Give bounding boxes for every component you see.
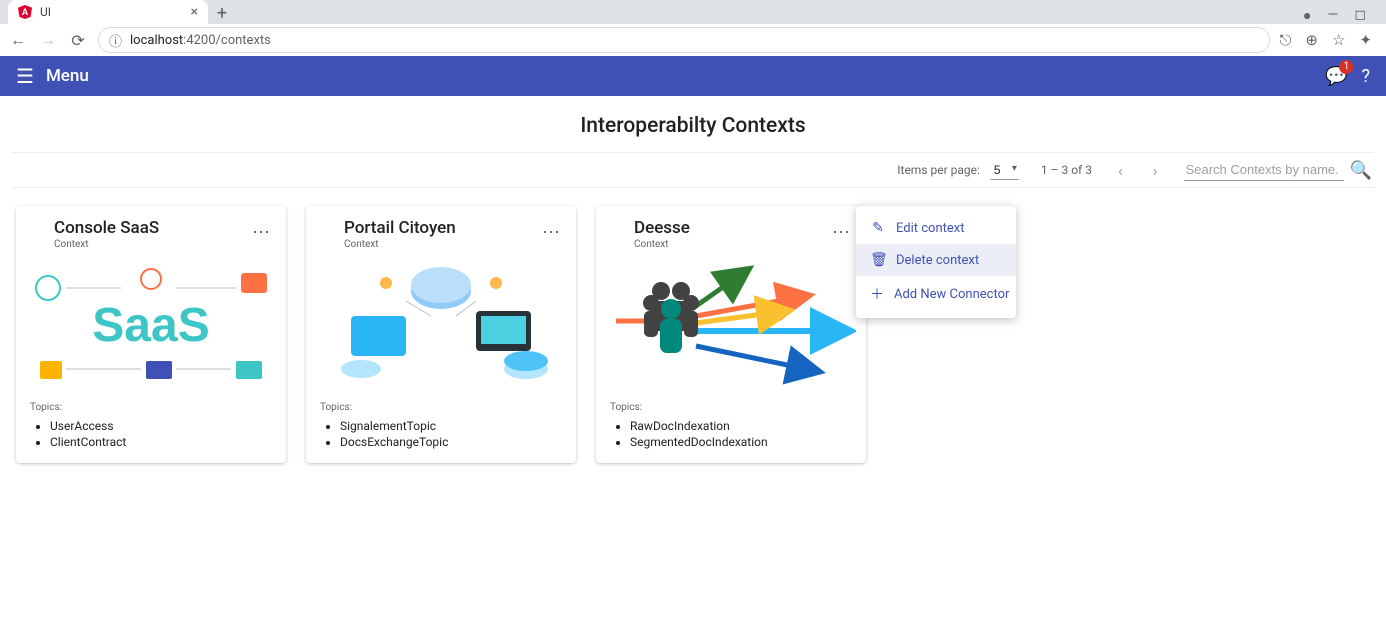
browser-tab[interactable]: UI ×: [8, 0, 208, 24]
topics-list: UserAccess ClientContract: [16, 419, 286, 449]
list-item: ClientContract: [50, 435, 272, 449]
search-input[interactable]: [1184, 159, 1344, 181]
minimize-icon[interactable]: —: [1327, 7, 1338, 24]
list-item: RawDocIndexation: [630, 419, 852, 433]
account-icon[interactable]: ●: [1303, 7, 1311, 24]
card-title: Console SaaS: [54, 218, 159, 238]
tab-strip: UI × + ● — ◻: [0, 0, 1386, 24]
close-tab-icon[interactable]: ×: [191, 4, 198, 20]
list-item: SegmentedDocIndexation: [630, 435, 852, 449]
topics-label: Topics:: [596, 396, 866, 417]
items-per-page-label: Items per page:: [897, 163, 980, 177]
chat-icon[interactable]: 💬 1: [1325, 66, 1347, 87]
page-title: Interoperabilty Contexts: [12, 106, 1374, 152]
page-content: Interoperabilty Contexts Items per page:…: [0, 96, 1386, 631]
prev-page-icon[interactable]: ‹: [1114, 161, 1127, 180]
new-tab-button[interactable]: +: [208, 3, 236, 24]
url-path: :4200/contexts: [183, 33, 271, 48]
omnibox[interactable]: ⓘ localhost:4200/contexts: [98, 27, 1270, 53]
list-item: SignalementTopic: [340, 419, 562, 433]
star-icon[interactable]: ☆: [1332, 31, 1345, 49]
address-bar: ← → ⟳ ⓘ localhost:4200/contexts ⎋ ⊕ ☆ ✦: [0, 24, 1386, 56]
card-menu-icon[interactable]: ⋯: [832, 218, 852, 250]
reload-icon[interactable]: ⟳: [68, 31, 88, 50]
card-menu-icon[interactable]: ⋯: [542, 218, 562, 250]
menu-item-label: Delete context: [896, 253, 979, 268]
card-title: Deesse: [634, 218, 690, 238]
menu-label: Menu: [46, 66, 89, 86]
url-host: localhost: [130, 33, 183, 48]
tab-title: UI: [40, 5, 51, 19]
items-per-page-select[interactable]: 5: [990, 161, 1019, 180]
card-illustration: [596, 256, 866, 396]
delete-context-item[interactable]: 🗑 Delete context: [856, 244, 1016, 276]
card-menu-icon[interactable]: ⋯: [252, 218, 272, 250]
browser-chrome: UI × + ● — ◻ ← → ⟳ ⓘ localhost:4200/cont…: [0, 0, 1386, 56]
hamburger-icon[interactable]: ☰: [16, 64, 34, 88]
topics-label: Topics:: [16, 396, 286, 417]
card-illustration: SaaS: [16, 256, 286, 396]
angular-icon: [18, 5, 32, 19]
range-label: 1 – 3 of 3: [1041, 163, 1092, 177]
card-subtitle: Context: [54, 239, 159, 250]
trash-icon: 🗑: [870, 252, 886, 268]
translate-icon[interactable]: ⎋: [1280, 31, 1292, 49]
site-info-icon[interactable]: ⓘ: [109, 31, 122, 50]
plus-icon: ＋: [870, 284, 884, 304]
extensions-icon[interactable]: ✦: [1359, 31, 1372, 49]
zoom-icon[interactable]: ⊕: [1305, 31, 1318, 49]
app-header: ☰ Menu 💬 1 ?: [0, 56, 1386, 96]
search-icon[interactable]: 🔍: [1350, 160, 1372, 181]
card-title: Portail Citoyen: [344, 218, 456, 238]
edit-context-item[interactable]: ✎ Edit context: [856, 212, 1016, 244]
topics-list: SignalementTopic DocsExchangeTopic: [306, 419, 576, 449]
card-subtitle: Context: [344, 239, 456, 250]
window-controls: ● — ◻: [1303, 7, 1378, 24]
menu-item-label: Add New Connector: [894, 287, 1009, 302]
list-controls: Items per page: 5 1 – 3 of 3 ‹ › 🔍: [12, 152, 1374, 188]
card-subtitle: Context: [634, 239, 690, 250]
forward-icon[interactable]: →: [38, 30, 58, 50]
back-icon[interactable]: ←: [8, 30, 28, 50]
pencil-icon: ✎: [870, 220, 886, 236]
notification-badge: 1: [1339, 60, 1353, 74]
help-icon[interactable]: ?: [1361, 66, 1370, 87]
menu-item-label: Edit context: [896, 221, 965, 236]
add-connector-item[interactable]: ＋ Add New Connector: [856, 276, 1016, 312]
card-context-menu: ✎ Edit context 🗑 Delete context ＋ Add Ne…: [856, 206, 1016, 318]
next-page-icon[interactable]: ›: [1149, 161, 1162, 180]
maximize-icon[interactable]: ◻: [1354, 7, 1366, 24]
topics-list: RawDocIndexation SegmentedDocIndexation: [596, 419, 866, 449]
cards-grid: Console SaaS Context ⋯ SaaS: [12, 188, 1374, 481]
svg-text:SaaS: SaaS: [92, 299, 209, 352]
list-item: DocsExchangeTopic: [340, 435, 562, 449]
card-illustration: [306, 256, 576, 396]
context-card: Deesse Context ⋯: [596, 206, 866, 463]
items-per-page: Items per page: 5: [897, 161, 1019, 180]
context-card: Console SaaS Context ⋯ SaaS: [16, 206, 286, 463]
topics-label: Topics:: [306, 396, 576, 417]
list-item: UserAccess: [50, 419, 272, 433]
context-card: Portail Citoyen Context ⋯: [306, 206, 576, 463]
